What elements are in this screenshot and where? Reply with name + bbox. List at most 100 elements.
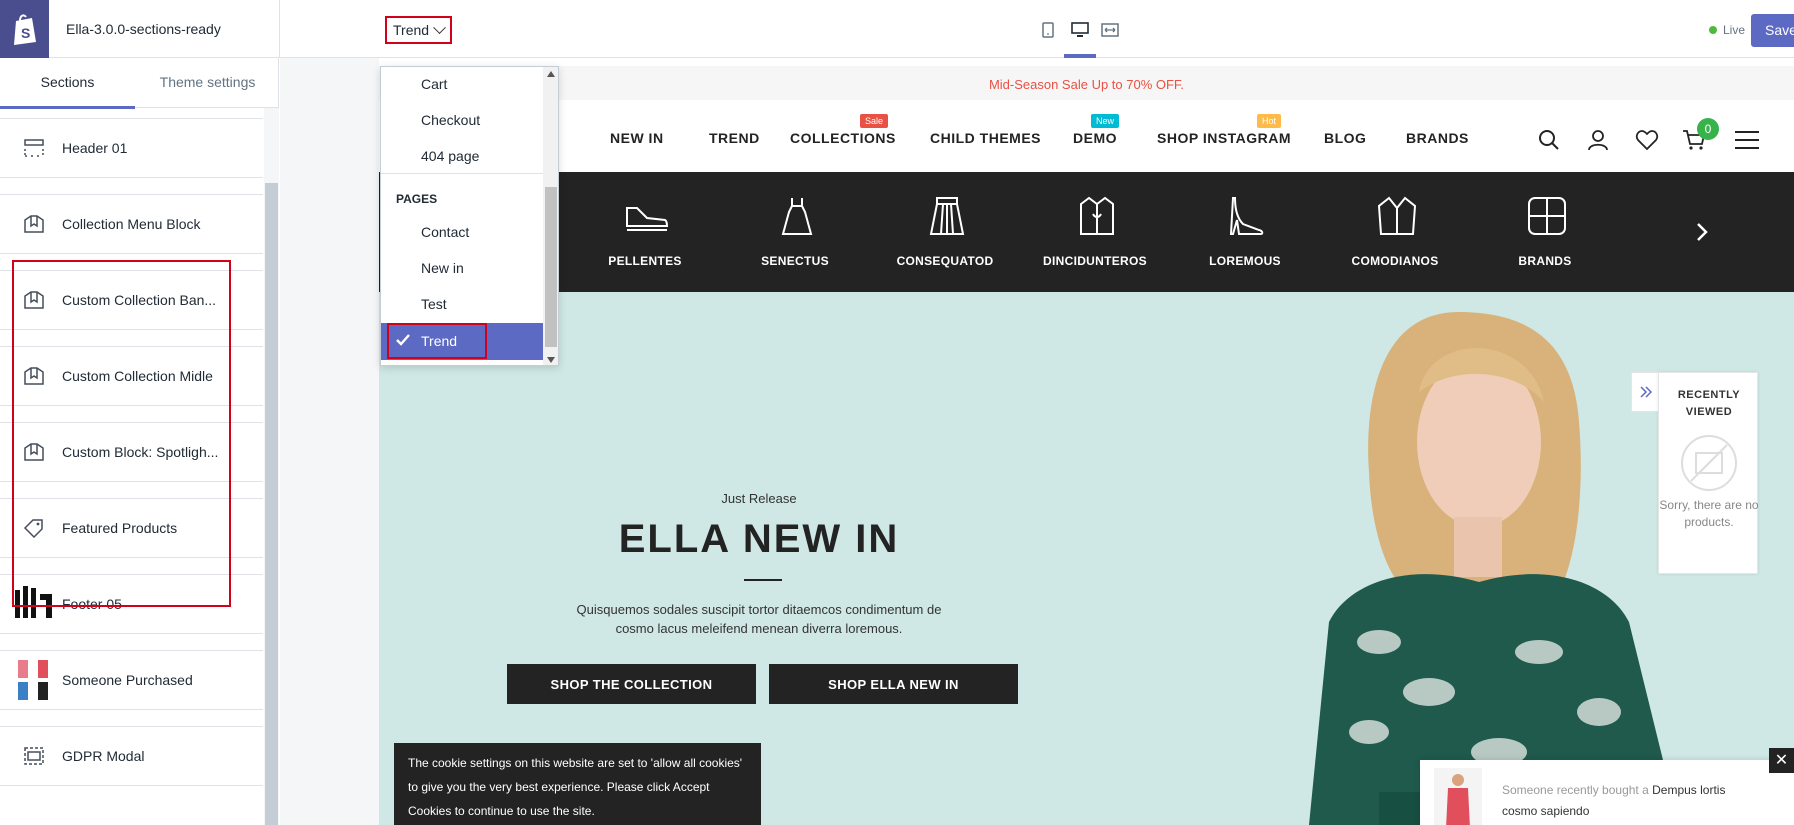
section-item-header[interactable]: Header 01 <box>0 118 263 178</box>
shop-collection-button[interactable]: SHOP THE COLLECTION <box>507 664 756 704</box>
page-select-menu: Cart Checkout 404 page PAGES Contact New… <box>380 66 559 366</box>
header-layout-icon <box>22 136 46 160</box>
someone-purchased-popup[interactable]: Someone recently bought a Dempus lortis … <box>1420 760 1794 825</box>
hot-badge: Hot <box>1257 114 1282 128</box>
shopify-logo[interactable]: S <box>0 0 49 58</box>
editor-topbar: S Ella-3.0.0-sections-ready Trend Live S… <box>0 0 1794 58</box>
close-popup-button[interactable]: ✕ <box>1769 748 1794 773</box>
tab-sections[interactable]: Sections <box>0 58 135 109</box>
menu-scrollbar-thumb[interactable] <box>545 187 557 347</box>
nav-blog[interactable]: BLOG <box>1324 130 1366 146</box>
category-label: PELLENTES <box>608 254 682 268</box>
hamburger-menu-icon[interactable] <box>1734 128 1760 152</box>
category-label: COMODIANOS <box>1351 254 1439 268</box>
scroll-up-arrow-icon[interactable] <box>547 71 555 77</box>
nav-child-themes[interactable]: CHILD THEMES <box>930 130 1041 146</box>
search-icon[interactable] <box>1537 128 1561 152</box>
section-label: Custom Collection Ban... <box>62 292 217 308</box>
section-label: Someone Purchased <box>62 672 193 688</box>
topbar-divider <box>279 0 280 58</box>
skirt-icon <box>929 197 965 235</box>
double-chevron-right-icon <box>1639 386 1652 398</box>
category-label: SENECTUS <box>761 254 829 268</box>
mobile-view-icon[interactable] <box>1038 20 1058 40</box>
page-select-dropdown[interactable]: Trend <box>385 16 453 44</box>
cart-count-badge: 0 <box>1697 118 1719 140</box>
modal-layout-icon <box>22 744 46 768</box>
section-item-custom-block-spotlight[interactable]: Custom Block: Spotligh... <box>0 422 263 482</box>
collection-icon <box>22 364 46 388</box>
promo-bar[interactable]: Mid-Season Sale Up to 70% OFF. <box>379 66 1794 100</box>
nav-brands[interactable]: BRANDS <box>1406 130 1469 146</box>
section-label: Collection Menu Block <box>62 216 201 232</box>
nav-trend[interactable]: TREND <box>709 130 760 146</box>
section-item-featured-products[interactable]: Featured Products <box>0 498 263 558</box>
nav-shop-instagram[interactable]: SHOP INSTAGRAM <box>1157 130 1291 146</box>
section-item-custom-collection-banner[interactable]: Custom Collection Ban... <box>0 270 263 330</box>
section-label: Custom Block: Spotligh... <box>62 444 219 460</box>
nav-new-in[interactable]: NEW IN <box>610 130 664 146</box>
tab-theme-settings[interactable]: Theme settings <box>140 58 275 108</box>
tag-icon <box>22 516 46 540</box>
menu-item-test[interactable]: Test <box>381 287 543 323</box>
no-image-icon <box>1681 435 1737 491</box>
jacket-icon <box>1377 196 1417 235</box>
sidebar-scrollbar-thumb[interactable] <box>265 183 278 825</box>
high-heel-icon <box>1229 197 1264 235</box>
new-badge: New <box>1091 114 1120 128</box>
category-pellentes[interactable]: PELLENTES <box>570 172 720 292</box>
fullscreen-view-icon[interactable] <box>1100 20 1120 40</box>
hero-subtitle: Just Release <box>721 491 797 506</box>
category-label: LOREMOUS <box>1209 254 1281 268</box>
collection-icon <box>22 212 46 236</box>
category-dinciduteros[interactable]: DINCIDUNTEROS <box>1020 172 1170 292</box>
section-item-gdpr-modal[interactable]: GDPR Modal <box>0 726 263 786</box>
desktop-view-icon[interactable] <box>1070 20 1090 40</box>
wishlist-heart-icon[interactable] <box>1635 128 1659 152</box>
chevron-down-icon <box>433 20 446 34</box>
category-comodianos[interactable]: COMODIANOS <box>1320 172 1470 292</box>
menu-item-contact[interactable]: Contact <box>381 215 543 251</box>
recently-viewed-empty-text: Sorry, there are no products. <box>1659 498 1759 529</box>
section-item-someone-purchased[interactable]: Someone Purchased <box>0 650 263 710</box>
grid-icon <box>1528 197 1566 235</box>
shop-ella-new-in-button[interactable]: SHOP ELLA NEW IN <box>769 664 1018 704</box>
live-status: Live <box>1709 23 1745 37</box>
category-brands[interactable]: BRANDS <box>1470 172 1620 292</box>
section-label: Header 01 <box>62 140 128 156</box>
save-button[interactable]: Save <box>1751 14 1794 47</box>
menu-separator <box>381 173 543 174</box>
nav-collections[interactable]: COLLECTIONS <box>790 130 896 146</box>
category-senectus[interactable]: SENECTUS <box>720 172 870 292</box>
recently-viewed-toggle[interactable] <box>1631 372 1659 412</box>
collection-icon <box>22 440 46 464</box>
recently-viewed-title: RECENTLY VIEWED <box>1677 389 1741 418</box>
recently-viewed-panel: RECENTLY VIEWED Sorry, there are no prod… <box>1658 372 1759 574</box>
hero-divider <box>744 579 782 581</box>
menu-item-new-in[interactable]: New in <box>381 251 543 287</box>
section-label: Footer 05 <box>62 596 122 612</box>
section-item-collection-menu-block[interactable]: Collection Menu Block <box>0 194 263 254</box>
scroll-down-arrow-icon[interactable] <box>547 357 555 363</box>
chevron-right-icon[interactable] <box>1690 220 1714 244</box>
storefront-preview: Mid-Season Sale Up to 70% OFF. NEW IN TR… <box>379 58 1794 825</box>
ella-logo-thumbnail <box>12 582 56 626</box>
cookie-banner: The cookie settings on this website are … <box>394 743 761 825</box>
category-loremous[interactable]: LOREMOUS <box>1170 172 1320 292</box>
nav-demo[interactable]: DEMO <box>1073 130 1117 146</box>
category-consequatod[interactable]: CONSEQUATOD <box>870 172 1020 292</box>
section-item-footer[interactable]: Footer 05 <box>0 574 263 634</box>
sneaker-icon <box>626 207 669 231</box>
store-name: Ella-3.0.0-sections-ready <box>66 21 221 37</box>
menu-item-404-page[interactable]: 404 page <box>381 139 543 175</box>
hero-title: ELLA NEW IN <box>618 517 900 561</box>
hero-description: Quisquemos sodales suscipit tortor ditae… <box>576 602 942 636</box>
section-label: Featured Products <box>62 520 178 536</box>
section-item-custom-collection-midle[interactable]: Custom Collection Midle <box>0 346 263 406</box>
menu-item-cart[interactable]: Cart <box>381 67 543 103</box>
category-label: BRANDS <box>1518 254 1572 268</box>
shopify-bag-icon: S <box>13 14 36 45</box>
category-bar: DUMETOS PELLENTES SENECTUS CONSEQUATOD D… <box>379 172 1794 292</box>
account-icon[interactable] <box>1586 128 1610 152</box>
menu-item-checkout[interactable]: Checkout <box>381 103 543 139</box>
